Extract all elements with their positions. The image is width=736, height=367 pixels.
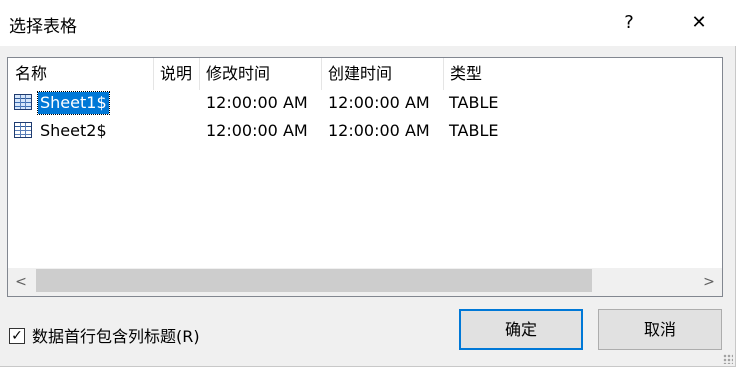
column-header-name[interactable]: 名称	[9, 58, 153, 90]
table-row[interactable]: Sheet2$ 12:00:00 AM 12:00:00 AM TABLE	[8, 117, 722, 145]
select-table-dialog: 选择表格 ? ✕ 名称 说明 修改时间 创建时间 类型 Sheet1$ 12:0…	[0, 0, 736, 367]
scroll-right-icon[interactable]: >	[696, 268, 722, 296]
scroll-left-icon[interactable]: <	[8, 268, 34, 296]
table-icon	[14, 94, 32, 110]
row-type: TABLE	[449, 93, 499, 112]
row-created: 12:00:00 AM	[328, 93, 430, 112]
column-header-description[interactable]: 说明	[153, 58, 199, 90]
resize-grip-icon[interactable]	[723, 354, 733, 364]
title-bar: 选择表格 ? ✕	[0, 0, 736, 46]
row-modified: 12:00:00 AM	[206, 121, 308, 140]
first-row-headers-checkbox[interactable]: ✓	[9, 328, 25, 344]
row-name: Sheet1$	[37, 91, 110, 115]
dialog-title: 选择表格	[9, 17, 77, 37]
column-header-modified[interactable]: 修改时间	[199, 58, 321, 90]
table-list[interactable]: 名称 说明 修改时间 创建时间 类型 Sheet1$ 12:00:00 AM 1…	[7, 57, 723, 297]
row-type: TABLE	[449, 121, 499, 140]
scrollbar-thumb[interactable]	[36, 269, 592, 292]
table-row[interactable]: Sheet1$ 12:00:00 AM 12:00:00 AM TABLE	[8, 89, 722, 117]
ok-button[interactable]: 确定	[459, 309, 583, 350]
row-modified: 12:00:00 AM	[206, 93, 308, 112]
row-created: 12:00:00 AM	[328, 121, 430, 140]
help-button[interactable]: ?	[606, 6, 652, 40]
column-header-type[interactable]: 类型	[443, 58, 523, 90]
close-button[interactable]: ✕	[676, 6, 722, 40]
column-header-created[interactable]: 创建时间	[321, 58, 443, 90]
first-row-headers-label[interactable]: 数据首行包含列标题(R)	[32, 325, 200, 349]
table-icon	[14, 122, 32, 138]
list-header: 名称 说明 修改时间 创建时间 类型	[8, 58, 722, 90]
row-name: Sheet2$	[40, 121, 107, 140]
cancel-button[interactable]: 取消	[598, 309, 722, 350]
horizontal-scrollbar[interactable]: < >	[8, 268, 722, 296]
